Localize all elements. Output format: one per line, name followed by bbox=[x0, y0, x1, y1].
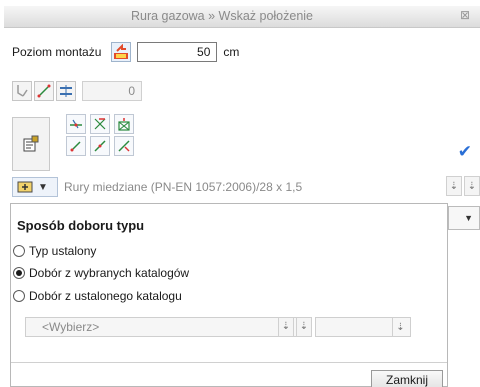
count-field: 0 bbox=[82, 81, 142, 101]
pipe-type-dropdown-button[interactable]: ▼ bbox=[12, 177, 58, 197]
radio-button[interactable] bbox=[13, 290, 25, 302]
chevron-down-icon: ▼ bbox=[38, 181, 48, 193]
properties-button[interactable] bbox=[12, 117, 50, 171]
confirm-check-icon[interactable]: ✔ bbox=[458, 142, 472, 162]
tools-row: 0 bbox=[12, 80, 142, 102]
line-diagonal-icon bbox=[94, 140, 106, 152]
line-split-button[interactable] bbox=[114, 136, 134, 156]
line-diagonal-button[interactable] bbox=[90, 136, 110, 156]
radio-label: Dobór z ustalonego katalogu bbox=[29, 289, 182, 303]
pipe-type-text: Rury miedziane (PN-EN 1057:2006)/28 x 1,… bbox=[64, 180, 303, 194]
draw-tools-grid bbox=[66, 114, 148, 158]
parallel-lines-icon bbox=[60, 85, 72, 97]
mounting-level-input[interactable]: 50 bbox=[137, 42, 218, 62]
grid-box-icon bbox=[118, 118, 130, 131]
pipe-bend-button[interactable] bbox=[12, 81, 32, 101]
diagonal-draw-button[interactable] bbox=[34, 81, 54, 101]
line-up-button[interactable] bbox=[66, 136, 86, 156]
line-split-icon bbox=[118, 140, 130, 152]
title-bar: Rura gazowa » Wskaż położenie ⊠ bbox=[4, 6, 480, 28]
level-pick-icon bbox=[114, 44, 129, 59]
cross-cut-icon bbox=[94, 118, 106, 130]
pipe-action-right-icon[interactable]: ⇣ bbox=[464, 176, 480, 196]
catalog-detail-icon[interactable]: ⇣ bbox=[392, 317, 408, 337]
popup-title: Sposób doboru typu bbox=[17, 218, 145, 233]
radio-fixed-catalog[interactable]: Dobór z ustalonego katalogu bbox=[13, 289, 182, 303]
window-title: Rura gazowa » Wskaż położenie bbox=[130, 9, 314, 23]
properties-icon bbox=[23, 135, 39, 152]
insert-point-icon bbox=[70, 119, 82, 129]
pick-level-button[interactable] bbox=[111, 42, 132, 62]
catalog-select-value: <Wybierz> bbox=[42, 320, 100, 334]
radio-button[interactable] bbox=[13, 245, 25, 257]
close-icon[interactable]: ⊠ bbox=[458, 8, 472, 22]
parallel-lines-button[interactable] bbox=[56, 81, 76, 101]
pipe-actions: ⇣ ⇣ bbox=[444, 176, 480, 196]
cross-cut-button[interactable] bbox=[90, 114, 110, 134]
type-selection-popup: Sposób doboru typu Typ ustalony Dobór z … bbox=[10, 203, 448, 387]
radio-label: Dobór z wybranych katalogów bbox=[29, 266, 190, 280]
catalog-action-icon[interactable]: ⇣ bbox=[278, 317, 294, 337]
pipe-selection-row: ▼ Rury miedziane (PN-EN 1057:2006)/28 x … bbox=[12, 176, 480, 198]
close-button[interactable]: Zamknij bbox=[371, 370, 443, 387]
catalog-detail-field[interactable]: ⇣ bbox=[315, 317, 411, 337]
radio-selected-catalogs[interactable]: Dobór z wybranych katalogów bbox=[13, 266, 189, 280]
diagonal-line-icon bbox=[37, 84, 51, 98]
insert-point-button[interactable] bbox=[66, 114, 86, 134]
line-up-icon bbox=[70, 141, 81, 152]
radio-label: Typ ustalony bbox=[29, 244, 97, 258]
divider bbox=[11, 362, 447, 363]
radio-button[interactable] bbox=[13, 267, 25, 279]
mounting-level-row: Poziom montażu 50 cm bbox=[12, 40, 239, 64]
pipe-bend-icon bbox=[17, 85, 28, 97]
grid-box-button[interactable] bbox=[114, 114, 134, 134]
pipe-type-icon bbox=[17, 181, 33, 193]
background-combobox[interactable]: ▼ bbox=[448, 206, 480, 230]
pipe-action-left-icon[interactable]: ⇣ bbox=[446, 176, 462, 196]
chevron-down-icon: ▼ bbox=[464, 213, 473, 223]
catalog-dropdown-icon[interactable]: ⇣ bbox=[296, 317, 312, 337]
mounting-level-label: Poziom montażu bbox=[12, 45, 102, 59]
mounting-level-unit: cm bbox=[223, 45, 240, 59]
catalog-select[interactable]: <Wybierz> ⇣ ⇣ bbox=[25, 317, 312, 337]
radio-fixed-type[interactable]: Typ ustalony bbox=[13, 244, 96, 258]
